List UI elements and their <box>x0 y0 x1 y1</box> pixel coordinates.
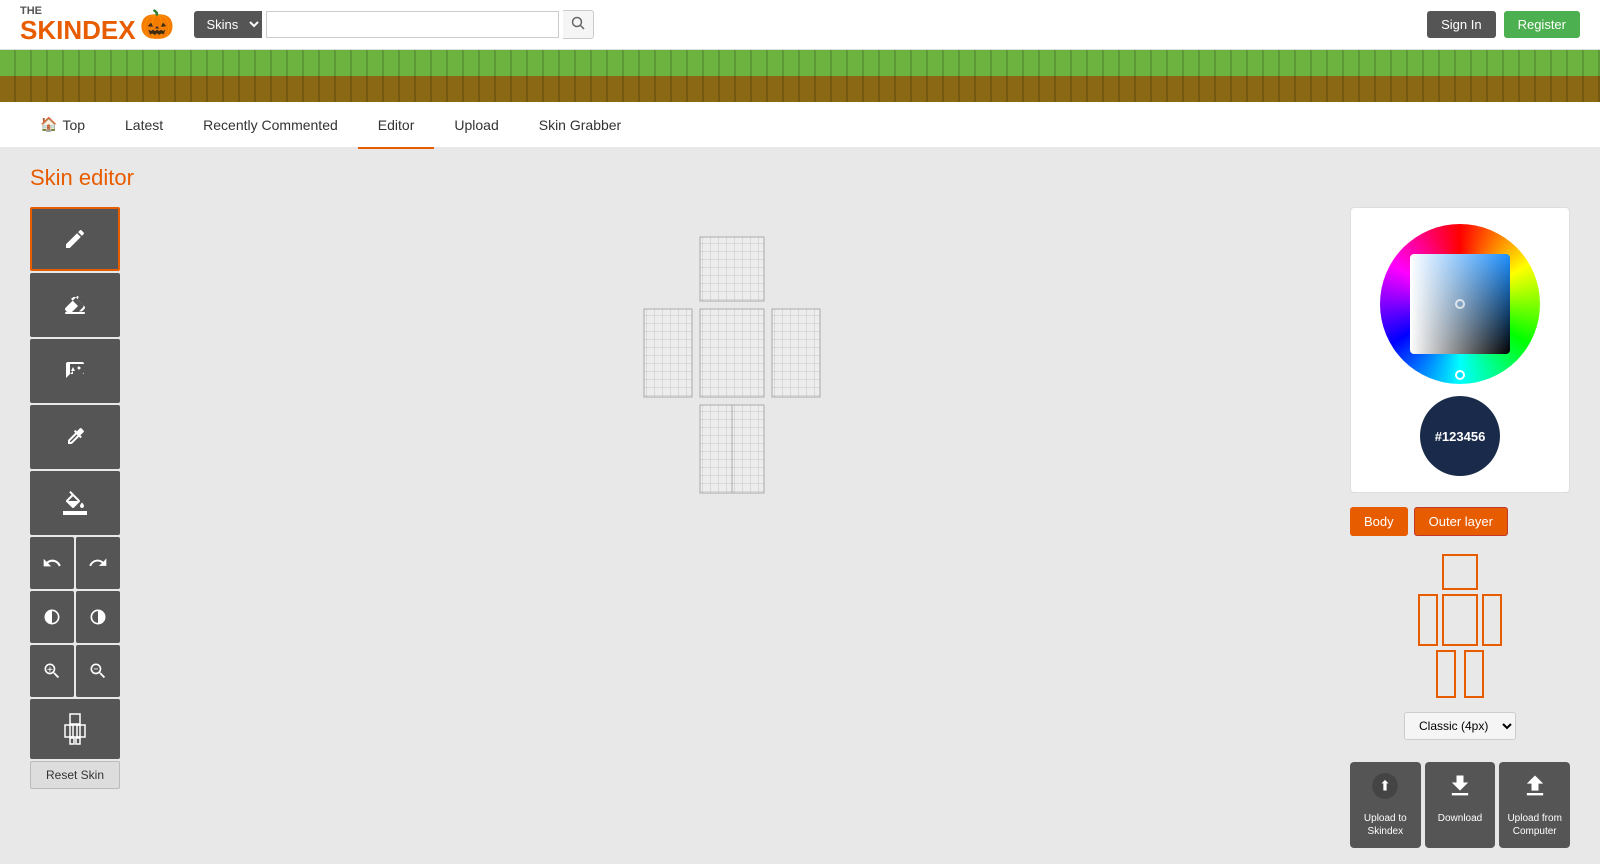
eraser-tool[interactable] <box>30 273 120 337</box>
navigation: 🏠 Top Latest Recently Commented Editor U… <box>0 102 1600 149</box>
skin-canvas-area <box>150 207 1320 620</box>
body-layer-button[interactable]: Body <box>1350 507 1408 536</box>
color-picker-box: #123456 <box>1350 207 1570 493</box>
nav-item-upload[interactable]: Upload <box>434 103 518 149</box>
darken-lighten-row <box>30 591 120 643</box>
hue-indicator-dot <box>1455 370 1465 380</box>
fill-icon <box>63 491 87 515</box>
undo-button[interactable] <box>30 537 74 589</box>
svg-text:⬆: ⬆ <box>1379 778 1391 794</box>
skin-diagram-left-leg[interactable] <box>1436 650 1456 698</box>
nav-item-editor[interactable]: Editor <box>358 103 435 149</box>
download-label: Download <box>1438 812 1482 825</box>
skin-canvas-svg[interactable] <box>630 227 840 617</box>
search-icon <box>571 16 585 30</box>
zoom-in-button[interactable] <box>30 645 74 697</box>
auth-buttons: Sign In Register <box>1427 11 1580 38</box>
signin-button[interactable]: Sign In <box>1427 11 1495 38</box>
upload-to-skindex-button[interactable]: ⬆ Upload toSkindex <box>1350 762 1421 848</box>
upload-from-computer-icon <box>1521 772 1549 806</box>
pumpkin-icon: 🎃 <box>140 8 175 41</box>
skin-diagram-left-arm[interactable] <box>1418 594 1438 646</box>
pencil-icon <box>63 227 87 251</box>
download-icon <box>1446 772 1474 806</box>
zoom-out-button[interactable] <box>76 645 120 697</box>
zoom-out-icon <box>88 661 108 681</box>
skin-diagram-head[interactable] <box>1442 554 1478 590</box>
nav-item-skin-grabber[interactable]: Skin Grabber <box>519 103 641 149</box>
upload-to-skindex-label: Upload toSkindex <box>1364 812 1407 838</box>
header: THE SKINDEX 🎃 Skins Sign In Register <box>0 0 1600 50</box>
darken-button[interactable] <box>30 591 74 643</box>
upload-from-computer-label: Upload fromComputer <box>1507 812 1561 838</box>
darken-icon <box>42 607 62 627</box>
search-area: Skins <box>194 10 594 39</box>
search-input[interactable] <box>266 11 559 38</box>
skin-shape-button[interactable] <box>30 699 120 759</box>
search-button[interactable] <box>563 10 594 39</box>
skin-diagram-legs-row <box>1436 650 1484 698</box>
skin-canvas-wrapper <box>630 227 840 620</box>
eraser-icon <box>63 293 87 317</box>
nav-item-top[interactable]: 🏠 Top <box>20 102 105 149</box>
color-picker-center-dot <box>1455 299 1465 309</box>
color-picker-square[interactable] <box>1410 254 1510 354</box>
logo: THE SKINDEX 🎃 <box>20 6 174 43</box>
stamp-icon <box>63 359 87 383</box>
grass-banner <box>0 50 1600 102</box>
nav-item-recently-commented[interactable]: Recently Commented <box>183 103 358 149</box>
action-buttons: ⬆ Upload toSkindex Download <box>1350 762 1570 848</box>
undo-icon <box>42 553 62 573</box>
eyedropper-icon <box>63 425 87 449</box>
color-wheel-container[interactable] <box>1380 224 1540 384</box>
body-layer-selector: Body Outer layer <box>1350 507 1570 536</box>
upload-from-computer-button[interactable]: Upload fromComputer <box>1499 762 1570 848</box>
model-selector-container: Classic (4px) Slim (3px) <box>1350 712 1570 740</box>
color-hex-value: #123456 <box>1435 429 1486 444</box>
home-icon: 🏠 <box>40 116 57 133</box>
redo-button[interactable] <box>76 537 120 589</box>
page-title: Skin editor <box>30 165 1570 191</box>
register-button[interactable]: Register <box>1504 11 1580 38</box>
model-dropdown[interactable]: Classic (4px) Slim (3px) <box>1404 712 1516 740</box>
stamp-tool[interactable] <box>30 339 120 403</box>
skin-diagram-right-leg[interactable] <box>1464 650 1484 698</box>
tools-panel: Reset Skin <box>30 207 120 789</box>
skin-diagram <box>1350 554 1570 698</box>
logo-main-text: SKINDEX <box>20 17 136 43</box>
search-type-dropdown[interactable]: Skins <box>194 11 262 38</box>
skin-diagram-body-row <box>1418 594 1502 646</box>
skin-shape-icon <box>59 713 91 745</box>
reset-skin-button[interactable]: Reset Skin <box>30 761 120 789</box>
fill-tool[interactable] <box>30 471 120 535</box>
zoom-in-icon <box>42 661 62 681</box>
color-hex-display[interactable]: #123456 <box>1420 396 1500 476</box>
lighten-button[interactable] <box>76 591 120 643</box>
redo-icon <box>88 553 108 573</box>
skin-diagram-right-arm[interactable] <box>1482 594 1502 646</box>
zoom-row <box>30 645 120 697</box>
download-button[interactable]: Download <box>1425 762 1496 848</box>
right-panel: #123456 Body Outer layer <box>1350 207 1570 848</box>
skin-diagram-torso[interactable] <box>1442 594 1478 646</box>
eyedropper-tool[interactable] <box>30 405 120 469</box>
main-content: Skin editor <box>0 149 1600 864</box>
lighten-icon <box>88 607 108 627</box>
pencil-tool[interactable] <box>30 207 120 271</box>
nav-item-latest[interactable]: Latest <box>105 103 183 149</box>
undo-redo-row <box>30 537 120 589</box>
upload-to-skindex-icon: ⬆ <box>1371 772 1399 806</box>
outer-layer-button[interactable]: Outer layer <box>1414 507 1508 536</box>
